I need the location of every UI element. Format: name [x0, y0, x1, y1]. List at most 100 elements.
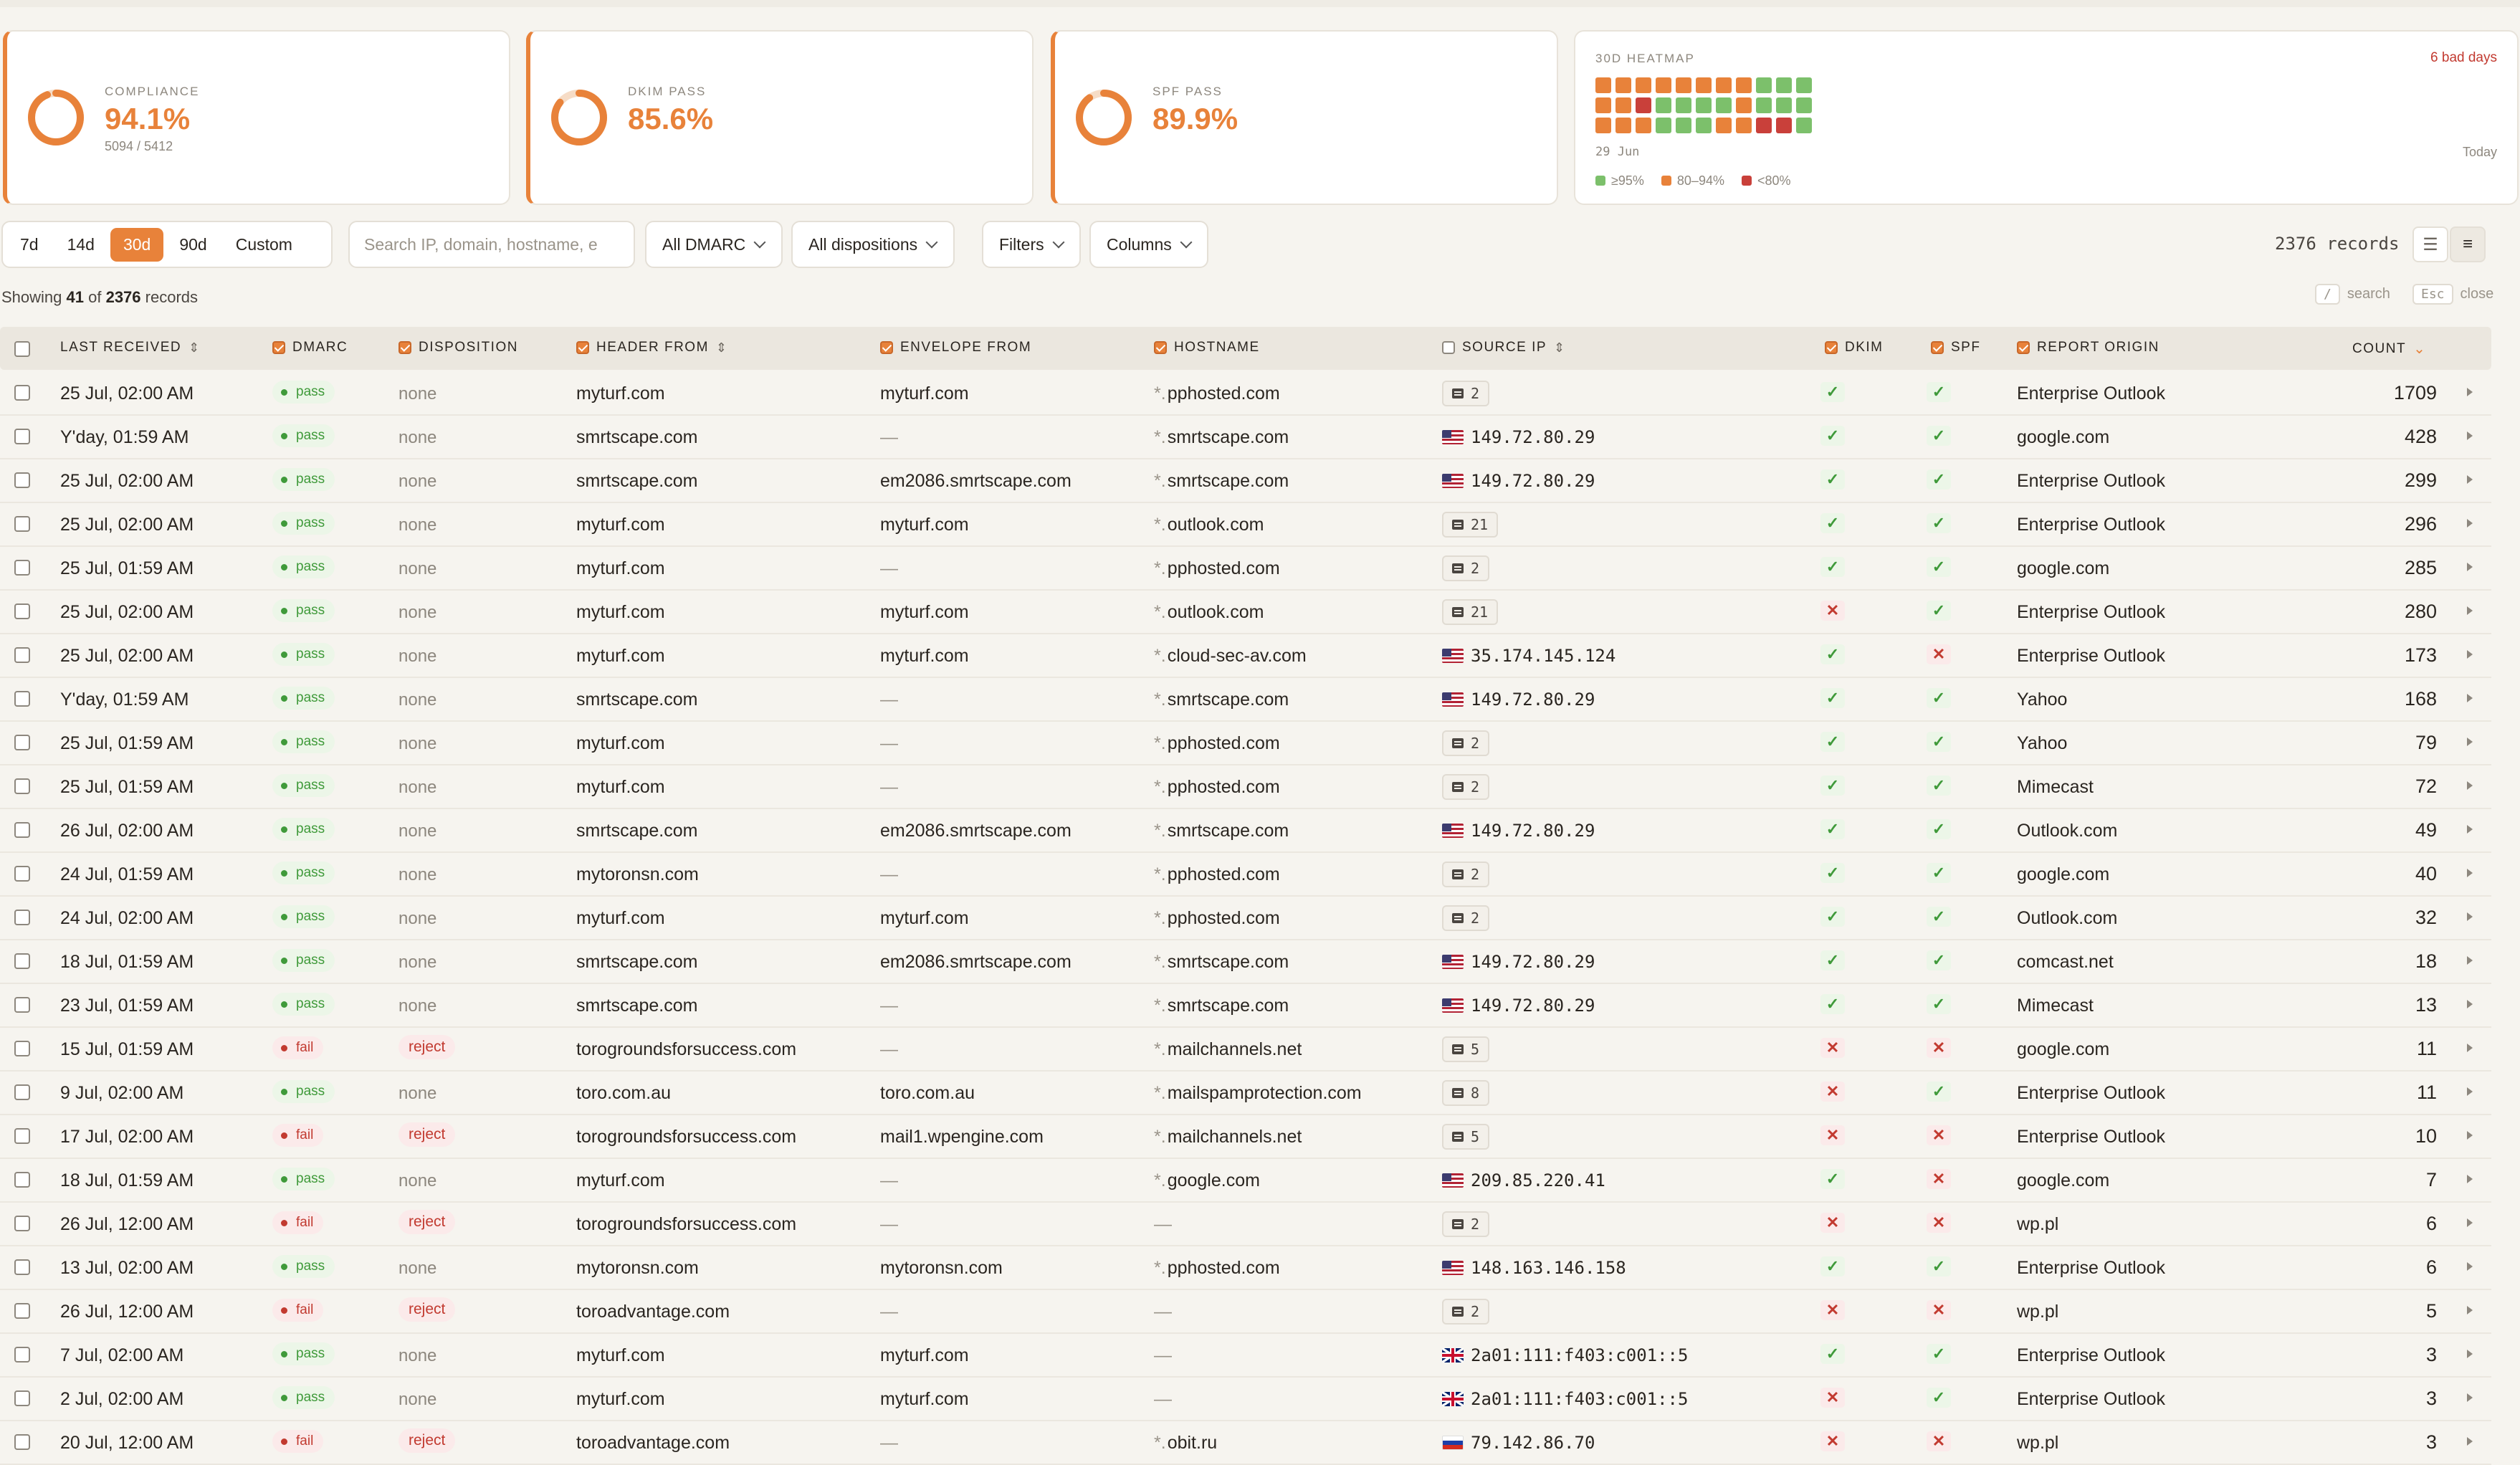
- table-row[interactable]: 15 Jul, 01:59 AM fail reject torogroundsfor…: [0, 1028, 2491, 1072]
- expand-row-icon[interactable]: [2467, 1393, 2473, 1402]
- column-toggle-checkbox[interactable]: [1442, 341, 1455, 354]
- row-checkbox[interactable]: [14, 822, 30, 838]
- row-checkbox[interactable]: [14, 429, 30, 444]
- table-row[interactable]: 24 Jul, 01:59 AM pass none mytoronsn.com — *.…: [0, 853, 2491, 897]
- col-dmarc[interactable]: DMARC: [272, 340, 348, 355]
- columns-button[interactable]: Columns: [1089, 221, 1208, 268]
- row-checkbox[interactable]: [14, 1390, 30, 1406]
- expand-row-icon[interactable]: [2467, 781, 2473, 790]
- compact-view-icon[interactable]: ≡: [2450, 226, 2486, 262]
- heatmap-day-cell[interactable]: [1736, 97, 1752, 113]
- ip-group-chip[interactable]: 5: [1442, 1036, 1490, 1062]
- expand-row-icon[interactable]: [2467, 1437, 2473, 1446]
- dmarc-filter-select[interactable]: All DMARC: [645, 221, 783, 268]
- search-input[interactable]: [348, 221, 635, 268]
- expand-row-icon[interactable]: [2467, 1218, 2473, 1227]
- row-checkbox[interactable]: [14, 1041, 30, 1056]
- heatmap-day-cell[interactable]: [1756, 77, 1772, 93]
- expand-row-icon[interactable]: [2467, 519, 2473, 528]
- range-option-7d[interactable]: 7d: [7, 228, 52, 262]
- heatmap-day-cell[interactable]: [1615, 97, 1631, 113]
- expand-row-icon[interactable]: [2467, 1306, 2473, 1314]
- expand-row-icon[interactable]: [2467, 563, 2473, 571]
- expand-row-icon[interactable]: [2467, 825, 2473, 834]
- heatmap-day-cell[interactable]: [1595, 77, 1611, 93]
- expand-row-icon[interactable]: [2467, 1262, 2473, 1271]
- range-option-90d[interactable]: 90d: [166, 228, 219, 262]
- row-checkbox[interactable]: [14, 910, 30, 925]
- heatmap-day-cell[interactable]: [1696, 77, 1712, 93]
- table-row[interactable]: Y'day, 01:59 AM pass none smrtscape.com — *.s…: [0, 416, 2491, 459]
- heatmap-day-cell[interactable]: [1736, 77, 1752, 93]
- ip-group-chip[interactable]: 2: [1442, 774, 1490, 800]
- heatmap-day-cell[interactable]: [1636, 118, 1651, 133]
- ip-group-chip[interactable]: 2: [1442, 905, 1490, 931]
- column-toggle-checkbox[interactable]: [398, 341, 411, 354]
- table-row[interactable]: 13 Jul, 02:00 AM pass none mytoronsn.com myt…: [0, 1246, 2491, 1290]
- table-row[interactable]: 18 Jul, 01:59 AM pass none myturf.com — *.goo…: [0, 1159, 2491, 1203]
- row-checkbox[interactable]: [14, 472, 30, 488]
- col-report-origin[interactable]: REPORT ORIGIN: [2017, 340, 2159, 355]
- table-row[interactable]: 9 Jul, 02:00 AM pass none toro.com.au toro.c…: [0, 1072, 2491, 1115]
- table-row[interactable]: 25 Jul, 01:59 AM pass none myturf.com — *.pph…: [0, 765, 2491, 809]
- col-dkim[interactable]: DKIM: [1825, 340, 1884, 355]
- row-checkbox[interactable]: [14, 953, 30, 969]
- row-checkbox[interactable]: [14, 735, 30, 750]
- ip-group-chip[interactable]: 21: [1442, 512, 1499, 538]
- disposition-filter-select[interactable]: All dispositions: [791, 221, 955, 268]
- expand-row-icon[interactable]: [2467, 956, 2473, 965]
- expand-row-icon[interactable]: [2467, 1131, 2473, 1140]
- col-count[interactable]: COUNT ⌄: [2352, 340, 2426, 358]
- ip-group-chip[interactable]: 2: [1442, 730, 1490, 756]
- ip-group-chip[interactable]: 2: [1442, 1211, 1490, 1237]
- heatmap-day-cell[interactable]: [1676, 77, 1691, 93]
- row-checkbox[interactable]: [14, 997, 30, 1013]
- heatmap-day-cell[interactable]: [1676, 118, 1691, 133]
- column-toggle-checkbox[interactable]: [1931, 341, 1944, 354]
- heatmap-day-cell[interactable]: [1796, 118, 1812, 133]
- ip-group-chip[interactable]: 2: [1442, 381, 1490, 406]
- column-toggle-checkbox[interactable]: [576, 341, 589, 354]
- row-checkbox[interactable]: [14, 647, 30, 663]
- table-row[interactable]: 25 Jul, 02:00 AM pass none myturf.com myturf…: [0, 591, 2491, 634]
- expand-row-icon[interactable]: [2467, 738, 2473, 746]
- column-toggle-checkbox[interactable]: [880, 341, 893, 354]
- row-checkbox[interactable]: [14, 385, 30, 401]
- heatmap-day-cell[interactable]: [1776, 77, 1792, 93]
- row-checkbox[interactable]: [14, 1216, 30, 1231]
- table-row[interactable]: 25 Jul, 02:00 AM pass none myturf.com myturf…: [0, 634, 2491, 678]
- heatmap-day-cell[interactable]: [1676, 97, 1691, 113]
- table-row[interactable]: 2 Jul, 02:00 AM pass none myturf.com myturf.…: [0, 1378, 2491, 1421]
- row-checkbox[interactable]: [14, 1303, 30, 1319]
- expand-row-icon[interactable]: [2467, 388, 2473, 396]
- expand-row-icon[interactable]: [2467, 912, 2473, 921]
- heatmap-day-cell[interactable]: [1716, 77, 1732, 93]
- ip-group-chip[interactable]: 2: [1442, 862, 1490, 887]
- range-option-30d[interactable]: 30d: [110, 227, 164, 262]
- heatmap-day-cell[interactable]: [1796, 97, 1812, 113]
- column-toggle-checkbox[interactable]: [2017, 341, 2030, 354]
- row-checkbox[interactable]: [14, 1128, 30, 1144]
- col-envelope-from[interactable]: ENVELOPE FROM: [880, 340, 1031, 355]
- row-checkbox[interactable]: [14, 1434, 30, 1450]
- heatmap-day-cell[interactable]: [1716, 97, 1732, 113]
- col-hostname[interactable]: HOSTNAME: [1154, 340, 1260, 355]
- table-row[interactable]: 26 Jul, 02:00 AM pass none smrtscape.com em2…: [0, 809, 2491, 853]
- expand-row-icon[interactable]: [2467, 694, 2473, 702]
- range-option-custom[interactable]: Custom: [223, 228, 305, 262]
- heatmap-day-cell[interactable]: [1636, 77, 1651, 93]
- heatmap-day-cell[interactable]: [1615, 77, 1631, 93]
- expand-row-icon[interactable]: [2467, 606, 2473, 615]
- select-all-checkbox[interactable]: [14, 341, 30, 357]
- heatmap-day-cell[interactable]: [1796, 77, 1812, 93]
- heatmap-day-cell[interactable]: [1615, 118, 1631, 133]
- expand-row-icon[interactable]: [2467, 475, 2473, 484]
- row-checkbox[interactable]: [14, 1084, 30, 1100]
- row-checkbox[interactable]: [14, 866, 30, 882]
- row-checkbox[interactable]: [14, 560, 30, 576]
- col-header-from[interactable]: HEADER FROM ⇕: [576, 340, 728, 355]
- expand-row-icon[interactable]: [2467, 1175, 2473, 1183]
- heatmap-day-cell[interactable]: [1756, 97, 1772, 113]
- heatmap-day-cell[interactable]: [1776, 97, 1792, 113]
- row-checkbox[interactable]: [14, 778, 30, 794]
